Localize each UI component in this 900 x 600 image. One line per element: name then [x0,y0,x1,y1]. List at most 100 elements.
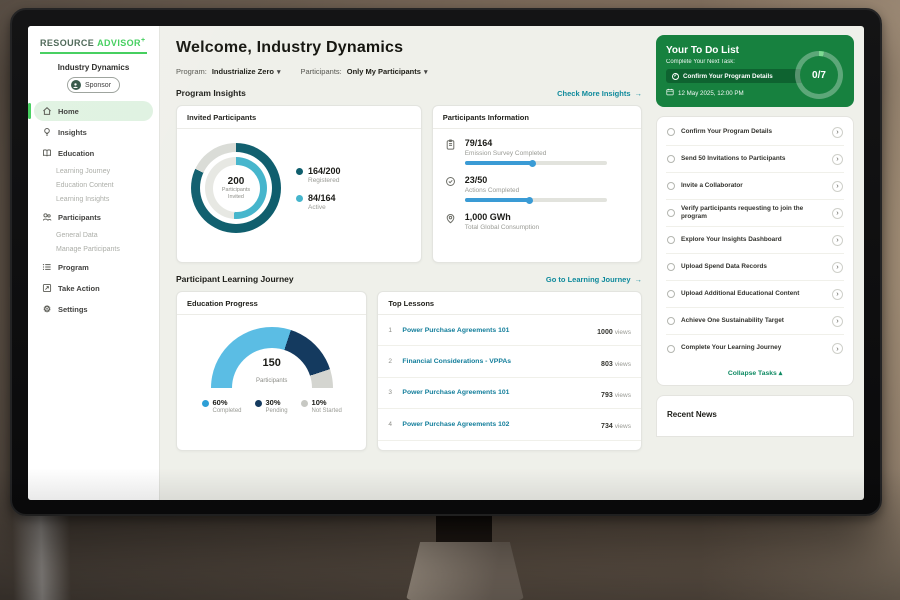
invited-participants-donut-chart: 200 Participants Invited [191,143,281,233]
donut-legend: 164/200 Registered 84/164 Active [296,157,341,220]
arrow-right-icon: → [635,275,643,284]
todo-next-task[interactable]: ✓ Confirm Your Program Details [666,69,804,83]
participants-filter-dropdown[interactable]: Only My Participants▾ [347,67,428,76]
task-checkbox[interactable] [667,236,675,244]
collapse-tasks-link[interactable]: Collapse Tasks ▴ [666,362,844,383]
sidebar-nav: Home Insights Education Learning Journey… [28,101,159,319]
task-item[interactable]: Confirm Your Program Details › [666,119,844,146]
task-item[interactable]: Verify participants requesting to join t… [666,200,844,227]
task-item[interactable]: Complete Your Learning Journey › [666,335,844,362]
chevron-right-icon[interactable]: › [832,289,843,300]
monitor: RESOURCE ADVISOR+ Industry Dynamics Spon… [10,8,882,516]
todo-summary-card: Your To Do List Complete Your Next Task:… [656,35,854,107]
sidebar-item-education-content[interactable]: Education Content [28,178,159,192]
list-icon [42,262,52,272]
task-item[interactable]: Achieve One Sustainability Target › [666,308,844,335]
task-item[interactable]: Send 50 Invitations to Participants › [666,146,844,173]
recent-news-card: Recent News [656,395,854,437]
chevron-right-icon[interactable]: › [832,262,843,273]
learning-journey-header: Participant Learning Journey Go to Learn… [176,274,642,284]
gauge-center-value: 150 [211,357,333,369]
task-checkbox[interactable] [667,263,675,271]
sidebar-item-manage-participants[interactable]: Manage Participants [28,242,159,256]
sidebar-item-general-data[interactable]: General Data [28,228,159,242]
card-title: Participants Information [433,106,641,129]
chevron-down-icon: ▾ [424,68,428,76]
task-checkbox[interactable] [667,317,675,325]
legend-dot-registered [296,168,303,175]
task-checkbox[interactable] [667,345,675,353]
gauge-legend: 60% Completed 30% Pending [202,398,342,414]
participants-information-card: Participants Information 79/164 Emission… [432,105,642,263]
section-title: Participant Learning Journey [176,274,294,284]
org-name: Industry Dynamics [28,63,159,72]
program-filter-dropdown[interactable]: Industrialize Zero▾ [212,67,281,76]
donut-center-value: 200 [228,176,245,187]
sidebar-item-label: Home [58,107,79,116]
photo-background: RESOURCE ADVISOR+ Industry Dynamics Spon… [0,0,900,600]
task-list-card: Confirm Your Program Details › Send 50 I… [656,116,854,386]
clipboard-icon [445,139,457,150]
sidebar-item-learning-journey[interactable]: Learning Journey [28,164,159,178]
chevron-right-icon[interactable]: › [832,154,843,165]
sidebar-item-education[interactable]: Education [34,143,153,163]
todo-progress-ring: 0/7 [795,51,843,99]
chevron-right-icon[interactable]: › [832,181,843,192]
sidebar-item-insights[interactable]: Insights [34,122,153,142]
chevron-down-icon: ▾ [277,68,281,76]
consumption-row: 1,000 GWh Total Global Consumption [445,212,629,235]
sidebar-item-home[interactable]: Home [34,101,153,121]
sidebar-item-learning-insights[interactable]: Learning Insights [28,192,159,206]
participants-filter-label: Participants: [300,67,341,76]
sidebar-item-label: Insights [58,128,87,137]
lesson-link[interactable]: Power Purchase Agreements 102 [402,421,595,428]
legend-active: 84/164 Active [296,193,341,211]
task-checkbox[interactable] [667,128,675,136]
task-item[interactable]: Explore Your Insights Dashboard › [666,227,844,254]
top-lessons-card: Top Lessons 1 Power Purchase Agreements … [377,291,642,451]
lesson-row: 3 Power Purchase Agreements 101 793views [378,378,641,409]
sidebar-item-program[interactable]: Program [34,257,153,277]
task-item[interactable]: Upload Additional Educational Content › [666,281,844,308]
recent-news-title: Recent News [667,410,717,419]
chevron-right-icon[interactable]: › [832,235,843,246]
task-checkbox[interactable] [667,209,675,217]
go-to-learning-journey-link[interactable]: Go to Learning Journey→ [546,275,642,284]
todo-panel: Your To Do List Complete Your Next Task:… [652,26,864,500]
chevron-right-icon[interactable]: › [832,127,843,138]
sidebar-item-label: Education [58,149,94,158]
actions-completed-row: 23/50 Actions Completed [445,175,629,202]
sidebar-item-take-action[interactable]: Take Action [34,278,153,298]
lesson-link[interactable]: Power Purchase Agreements 101 [402,389,595,396]
page-title: Welcome, Industry Dynamics [176,39,642,57]
task-item[interactable]: Upload Spend Data Records › [666,254,844,281]
task-item[interactable]: Invite a Collaborator › [666,173,844,200]
actions-progress-bar [465,198,607,202]
sidebar-item-participants[interactable]: Participants [34,207,153,227]
chevron-right-icon[interactable]: › [832,316,843,327]
lightbulb-icon [42,127,52,137]
task-check-icon: ✓ [672,73,679,80]
legend-dot-completed [202,400,209,407]
task-checkbox[interactable] [667,155,675,163]
lesson-row: 5 Power Purchase Agreements 103 600views [378,441,641,452]
education-progress-gauge-chart: 150 Participants [211,327,333,389]
lesson-link[interactable]: Power Purchase Agreements 101 [402,327,591,334]
emission-survey-row: 79/164 Emission Survey Completed [445,138,629,165]
chevron-up-icon: ▴ [779,370,782,377]
card-title: Top Lessons [378,292,641,315]
main-content: Welcome, Industry Dynamics Program: Indu… [160,26,656,500]
check-more-insights-link[interactable]: Check More Insights→ [557,89,642,98]
task-checkbox[interactable] [667,290,675,298]
sidebar-item-settings[interactable]: ⚙ Settings [34,299,153,319]
chevron-right-icon[interactable]: › [832,208,843,219]
lesson-link[interactable]: Financial Considerations - VPPAs [402,358,595,365]
location-pin-icon [445,213,457,224]
chevron-right-icon[interactable]: › [832,343,843,354]
arrow-right-icon: → [635,89,643,98]
home-icon [42,106,52,116]
task-checkbox[interactable] [667,182,675,190]
sponsor-person-icon [71,80,81,90]
gauge-center-label: Participants [256,378,287,384]
legend-dot-active [296,195,303,202]
